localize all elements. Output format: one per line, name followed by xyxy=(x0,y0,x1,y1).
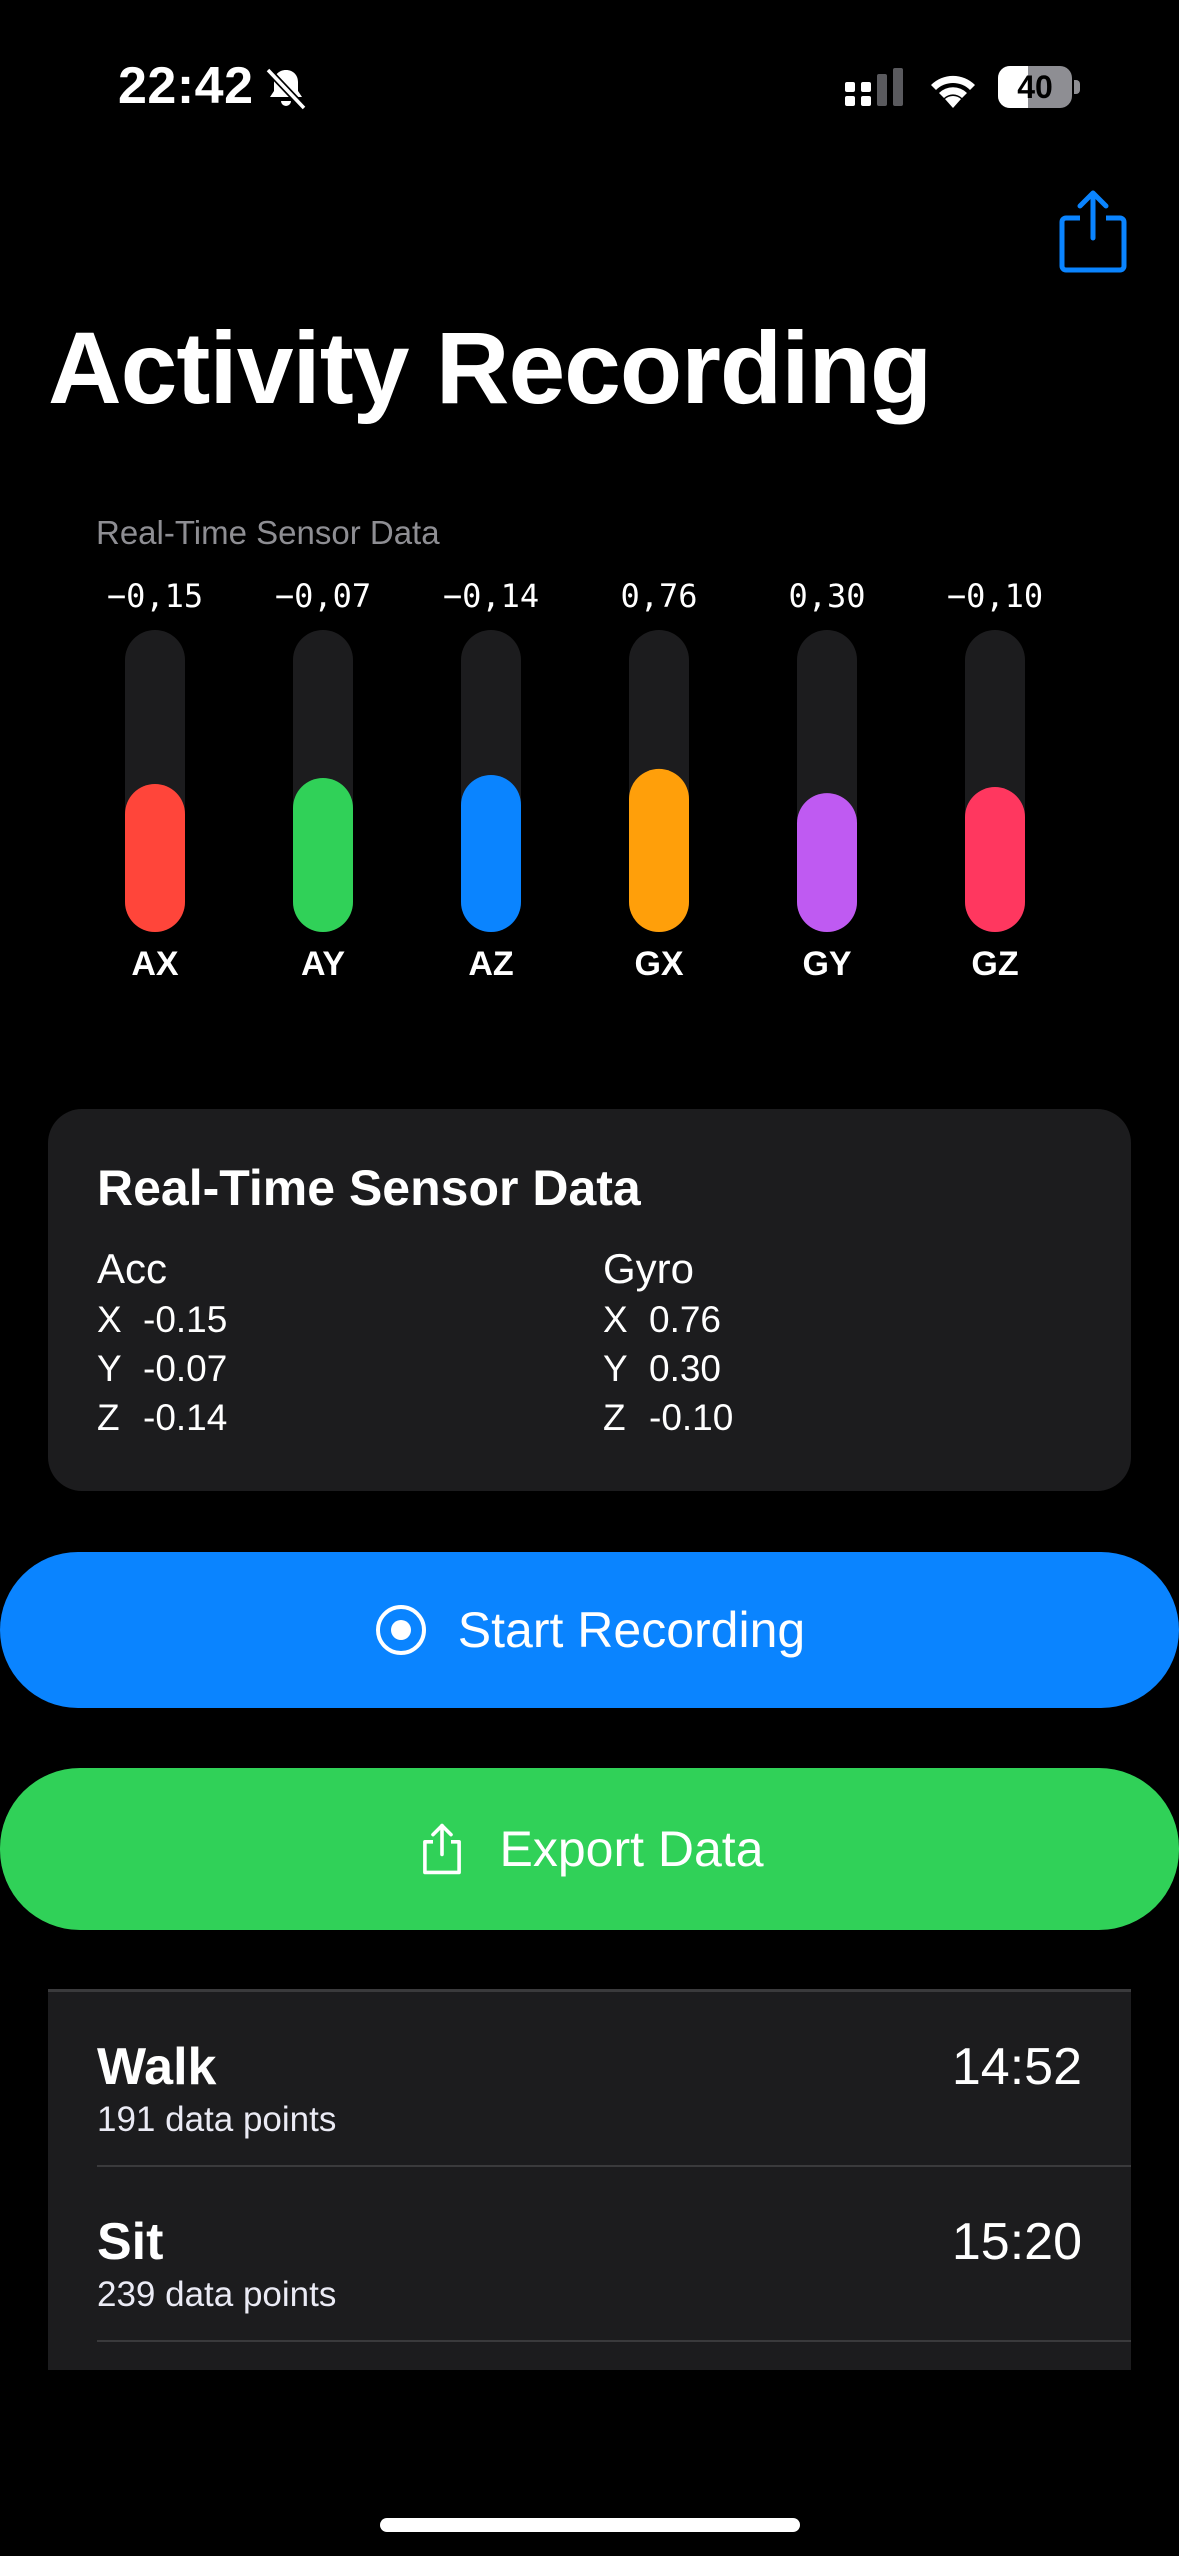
share-icon[interactable] xyxy=(1056,188,1130,274)
acc-row-y: Y -0.07 xyxy=(97,1348,228,1389)
acc-row-x: X -0.15 xyxy=(97,1299,228,1340)
list-item[interactable]: Sit 239 data points 15:20 xyxy=(48,2167,1131,2342)
bar-category-label: AY xyxy=(301,945,345,983)
export-data-button[interactable]: Export Data xyxy=(0,1768,1179,1930)
export-data-label: Export Data xyxy=(499,1821,764,1877)
bar-value-label: 0,30 xyxy=(788,577,865,615)
bar-value-label: −0,15 xyxy=(107,577,203,615)
bar-gz xyxy=(965,787,1025,932)
acc-row-z: Z -0.14 xyxy=(97,1397,228,1438)
chart-canvas: −0,15 AX −0,07 AY −0,14 AZ 0,76 GX 0,30 GY −0,10 GZ xyxy=(107,577,1043,983)
bar-value-label: −0,14 xyxy=(443,577,539,615)
gyro-row-x: X 0.76 xyxy=(603,1299,722,1340)
gyro-row-z: Z -0.10 xyxy=(603,1397,734,1438)
bar-category-label: GY xyxy=(802,945,851,983)
silent-bell-icon xyxy=(265,67,307,111)
sensor-bar-chart: Real-Time Sensor Data −0,15 AX −0,07 AY −0,1… xyxy=(0,500,1179,1000)
session-name: Walk xyxy=(97,2038,217,2096)
bar-category-label: AZ xyxy=(468,945,513,983)
bar-az xyxy=(461,774,521,932)
session-name: Sit xyxy=(97,2213,164,2271)
wifi-icon xyxy=(931,75,975,108)
bar-ay xyxy=(293,777,353,932)
bar-value-label: −0,07 xyxy=(275,577,371,615)
export-icon xyxy=(423,1823,462,1875)
cellular-signal-icon xyxy=(845,68,903,106)
bar-category-label: GZ xyxy=(971,945,1018,983)
bar-value-label: −0,10 xyxy=(947,577,1043,615)
session-time: 14:52 xyxy=(951,2038,1082,2096)
record-icon xyxy=(375,1605,426,1655)
bar-ax xyxy=(125,784,185,932)
bar-gx xyxy=(629,768,689,932)
bar-category-label: GX xyxy=(634,945,683,983)
session-time: 15:20 xyxy=(951,2213,1082,2271)
gyro-row-y: Y 0.30 xyxy=(603,1348,722,1389)
card-title: Real-Time Sensor Data xyxy=(97,1160,641,1216)
list-item[interactable]: Walk 191 data points 14:52 xyxy=(48,1992,1131,2167)
page-title: Activity Recording xyxy=(48,311,932,425)
session-points: 239 data points xyxy=(97,2275,337,2314)
acc-label: Acc xyxy=(97,1245,168,1292)
status-time: 22:42 xyxy=(118,57,254,115)
gyro-column: Gyro X 0.76 Y 0.30 Z -0.10 xyxy=(603,1243,733,1442)
battery-indicator: 40 xyxy=(998,66,1080,108)
bar-category-label: AX xyxy=(131,945,179,983)
session-points: 191 data points xyxy=(97,2100,337,2139)
start-recording-button[interactable]: Start Recording xyxy=(0,1552,1179,1708)
battery-level: 40 xyxy=(1017,69,1053,105)
home-indicator[interactable] xyxy=(380,2518,800,2532)
bar-value-label: 0,76 xyxy=(620,577,697,615)
sessions-list: Walk 191 data points 14:52 Sit 239 data … xyxy=(48,1989,1131,2370)
bar-gy xyxy=(797,793,857,932)
start-recording-label: Start Recording xyxy=(457,1602,806,1658)
sensor-data-card: Real-Time Sensor Data Acc X -0.15 Y -0.07 … xyxy=(48,1109,1131,1491)
gyro-label: Gyro xyxy=(603,1245,695,1292)
acc-column: Acc X -0.15 Y -0.07 Z -0.14 xyxy=(97,1243,227,1442)
